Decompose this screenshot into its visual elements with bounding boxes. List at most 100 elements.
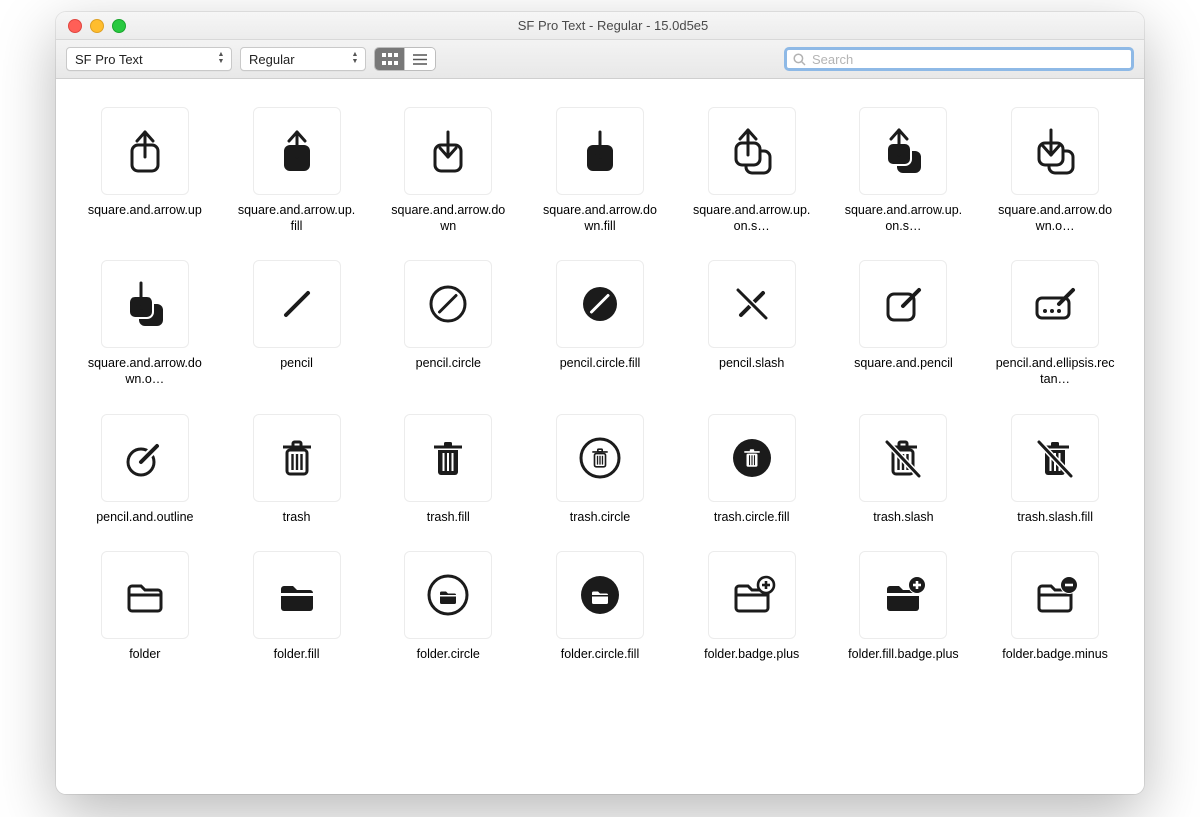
grid-icon [382,53,398,65]
trash.circle.fill-icon [708,414,796,502]
symbol-label: folder.badge.plus [692,647,812,663]
symbol-label: pencil.slash [692,356,812,372]
zoom-window-button[interactable] [112,19,126,33]
folder.fill-icon [253,551,341,639]
pencil-icon [253,260,341,348]
symbol-cell[interactable]: folder.fill [226,551,368,663]
search-field[interactable] [784,47,1134,71]
symbol-label: square.and.arrow.up.fill [237,203,357,234]
symbol-cell[interactable]: trash [226,414,368,526]
symbol-cell[interactable]: pencil.and.ellipsis.rectan… [984,260,1126,387]
symbol-label: square.and.arrow.down.o… [85,356,205,387]
symbol-label: trash.circle.fill [692,510,812,526]
symbol-cell[interactable]: square.and.arrow.down.fill [529,107,671,234]
symbol-label: folder.fill.badge.plus [843,647,963,663]
folder.circle-icon [404,551,492,639]
minimize-window-button[interactable] [90,19,104,33]
symbol-cell[interactable]: square.and.pencil [833,260,975,387]
symbol-label: trash.slash.fill [995,510,1115,526]
symbol-label: pencil.and.outline [85,510,205,526]
symbol-label: folder.circle [388,647,508,663]
folder.circle.fill-icon [556,551,644,639]
symbol-cell[interactable]: trash.slash [833,414,975,526]
symbol-cell[interactable]: pencil.and.outline [74,414,216,526]
square.and.pencil-icon [859,260,947,348]
font-family-value: SF Pro Text [75,52,143,67]
view-mode-segment [374,47,436,71]
symbol-cell[interactable]: pencil [226,260,368,387]
symbol-label: square.and.pencil [843,356,963,372]
symbol-cell[interactable]: pencil.circle [377,260,519,387]
symbol-label: square.and.arrow.up [85,203,205,219]
font-style-value: Regular [249,52,295,67]
square.and.arrow.up.on.square.fill-icon [859,107,947,195]
square.and.arrow.down.on.square-icon [1011,107,1099,195]
font-family-select[interactable]: SF Pro Text ▲▼ [66,47,232,71]
symbol-label: trash.circle [540,510,660,526]
trash.fill-icon [404,414,492,502]
font-style-select[interactable]: Regular ▲▼ [240,47,366,71]
symbol-label: trash.slash [843,510,963,526]
symbol-cell[interactable]: folder [74,551,216,663]
symbol-label: pencil [237,356,357,372]
list-icon [413,54,427,65]
grid-view-button[interactable] [375,48,405,70]
symbol-cell[interactable]: trash.fill [377,414,519,526]
symbol-cell[interactable]: trash.circle.fill [681,414,823,526]
toolbar: SF Pro Text ▲▼ Regular ▲▼ [56,40,1144,79]
symbol-cell[interactable]: square.and.arrow.up.on.s… [833,107,975,234]
symbol-cell[interactable]: square.and.arrow.down.o… [984,107,1126,234]
folder.badge.plus-icon [708,551,796,639]
symbol-cell[interactable]: folder.badge.plus [681,551,823,663]
square.and.arrow.down.fill-icon [556,107,644,195]
symbol-cell[interactable]: folder.fill.badge.plus [833,551,975,663]
app-window: SF Pro Text - Regular - 15.0d5e5 SF Pro … [56,12,1144,794]
symbol-label: square.and.arrow.down [388,203,508,234]
trash.circle-icon [556,414,644,502]
search-icon [793,53,806,66]
symbol-grid-scroll[interactable]: square.and.arrow.up square.and.arrow.up.f… [56,79,1144,794]
symbol-label: pencil.circle [388,356,508,372]
symbol-cell[interactable]: trash.circle [529,414,671,526]
symbol-cell[interactable]: pencil.slash [681,260,823,387]
chevron-updown-icon: ▲▼ [215,50,227,66]
symbol-cell[interactable]: square.and.arrow.down.o… [74,260,216,387]
trash.slash-icon [859,414,947,502]
window-controls [68,19,126,33]
symbol-cell[interactable]: square.and.arrow.up.on.s… [681,107,823,234]
symbol-label: trash.fill [388,510,508,526]
symbol-label: square.and.arrow.down.fill [540,203,660,234]
folder.fill.badge.plus-icon [859,551,947,639]
symbol-label: square.and.arrow.up.on.s… [843,203,963,234]
symbol-cell[interactable]: pencil.circle.fill [529,260,671,387]
square.and.arrow.down-icon [404,107,492,195]
square.and.arrow.up.fill-icon [253,107,341,195]
symbol-label: square.and.arrow.down.o… [995,203,1115,234]
square.and.arrow.up-icon [101,107,189,195]
symbol-cell[interactable]: square.and.arrow.up.fill [226,107,368,234]
symbol-cell[interactable]: square.and.arrow.down [377,107,519,234]
symbol-label: pencil.circle.fill [540,356,660,372]
close-window-button[interactable] [68,19,82,33]
list-view-button[interactable] [405,48,435,70]
symbol-cell[interactable]: folder.circle [377,551,519,663]
titlebar: SF Pro Text - Regular - 15.0d5e5 [56,12,1144,40]
pencil.and.outline-icon [101,414,189,502]
pencil.and.ellipsis.rectangle-icon [1011,260,1099,348]
symbol-cell[interactable]: trash.slash.fill [984,414,1126,526]
pencil.circle-icon [404,260,492,348]
symbol-cell[interactable]: folder.badge.minus [984,551,1126,663]
search-input[interactable] [810,51,1125,68]
symbol-label: pencil.and.ellipsis.rectan… [995,356,1115,387]
symbol-label: square.and.arrow.up.on.s… [692,203,812,234]
chevron-updown-icon: ▲▼ [349,50,361,66]
pencil.slash-icon [708,260,796,348]
symbol-label: folder [85,647,205,663]
symbol-cell[interactable]: square.and.arrow.up [74,107,216,234]
symbol-label: folder.badge.minus [995,647,1115,663]
symbol-label: folder.fill [237,647,357,663]
folder.badge.minus-icon [1011,551,1099,639]
symbol-label: trash [237,510,357,526]
symbol-cell[interactable]: folder.circle.fill [529,551,671,663]
pencil.circle.fill-icon [556,260,644,348]
